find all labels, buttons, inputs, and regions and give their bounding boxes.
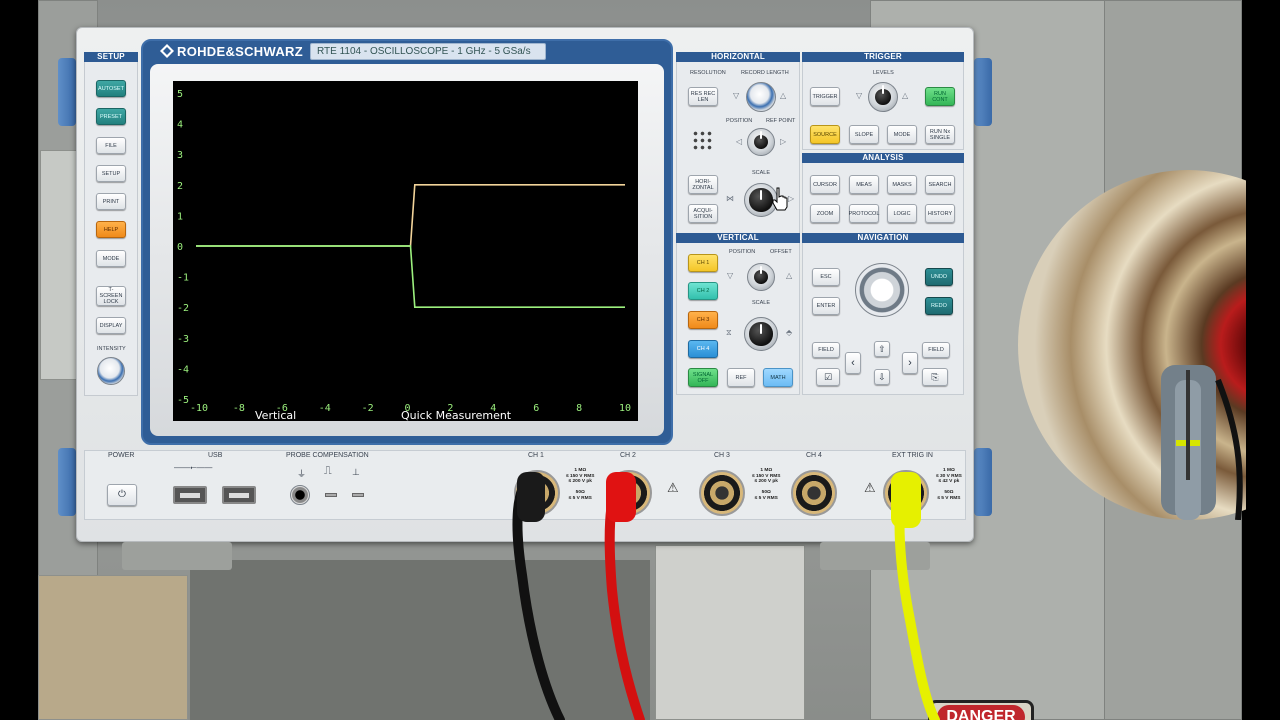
red-plug (606, 472, 636, 522)
black-plug (517, 472, 545, 522)
yellow-plug (891, 472, 921, 528)
device-under-test (1018, 170, 1246, 520)
simulator-viewport: DANGER SETUP AUTOSET PRESET FILE SETUP P… (0, 0, 1280, 720)
